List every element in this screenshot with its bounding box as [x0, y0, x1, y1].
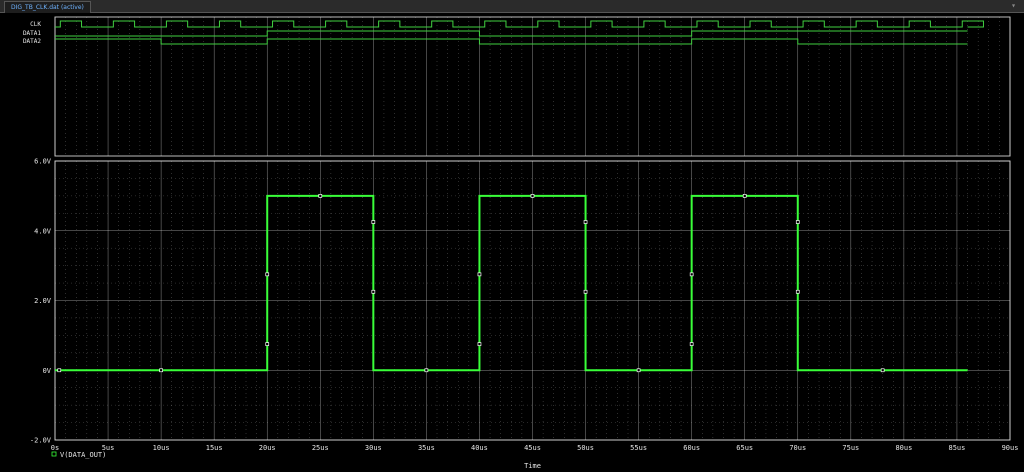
- digital-signal-name: CLK: [30, 21, 41, 28]
- probe-plot: 6.0V4.0V2.0V0V-2.0V0s 5us 10us 15us 20us 25us…: [23, 16, 1019, 470]
- x-tick-label: 65us: [736, 444, 753, 452]
- clk-trace: [55, 20, 984, 28]
- series-point-marker: [583, 289, 588, 294]
- x-tick-label: 40us: [471, 444, 488, 452]
- y-tick-label: -2.0V: [30, 437, 52, 445]
- y-tick-label: 2.0V: [34, 297, 52, 305]
- y-tick-label: 0V: [43, 367, 52, 375]
- x-tick-label: 35us: [418, 444, 435, 452]
- x-tick-label: 25us: [312, 444, 329, 452]
- series-point-marker: [371, 289, 376, 294]
- x-tick-label: 80us: [895, 444, 912, 452]
- series-point-marker: [477, 272, 482, 277]
- series-point-marker: [371, 220, 376, 224]
- series-point-marker: [689, 342, 694, 346]
- digital-signal-name: DATA1: [23, 30, 41, 37]
- x-tick-label: 45us: [524, 444, 541, 452]
- digital-signal-name: DATA2: [23, 38, 41, 45]
- x-tick-label: 15us: [206, 444, 223, 452]
- x-axis-label: Time: [524, 462, 541, 470]
- series-point-marker: [795, 220, 800, 224]
- series-point-marker: [318, 194, 323, 198]
- series-point-marker: [880, 368, 885, 373]
- series-point-marker: [530, 194, 535, 198]
- x-tick-label: 10us: [153, 444, 170, 452]
- series-point-marker: [742, 194, 747, 198]
- x-tick-label: 90us: [1002, 444, 1019, 452]
- x-tick-label: 20us: [259, 444, 276, 452]
- series-point-marker: [636, 368, 641, 373]
- x-tick-label: 85us: [949, 444, 966, 452]
- x-tick-label: 75us: [842, 444, 859, 452]
- legend-entry: V(DATA_OUT): [60, 451, 106, 459]
- x-tick-label: 30us: [365, 444, 382, 452]
- series-point-marker: [57, 368, 62, 373]
- series-point-marker: [265, 342, 270, 346]
- y-tick-label: 4.0V: [34, 227, 52, 235]
- series-point-marker: [583, 220, 588, 224]
- series-point-marker: [159, 368, 163, 373]
- series-point-marker: [795, 289, 800, 294]
- series-point-marker: [265, 272, 270, 277]
- series-point-marker: [689, 272, 694, 277]
- y-tick-label: 6.0V: [34, 158, 52, 166]
- legend-swatch: [51, 451, 57, 457]
- x-tick-label: 50us: [577, 444, 594, 452]
- x-tick-label: 60us: [683, 444, 700, 452]
- x-tick-label: 0s: [51, 444, 59, 452]
- series-point-marker: [477, 342, 482, 346]
- series-point-marker: [424, 368, 429, 373]
- x-tick-label: 55us: [630, 444, 647, 452]
- x-tick-label: 70us: [789, 444, 806, 452]
